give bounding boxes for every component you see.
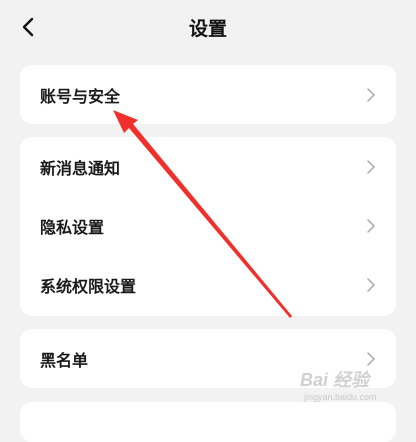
- chevron-right-icon: [367, 351, 375, 366]
- menu-item-label: 账号与安全: [40, 86, 121, 106]
- menu-item-system-permission-settings[interactable]: 系统权限设置: [20, 255, 396, 314]
- chevron-right-icon: [367, 159, 375, 174]
- settings-group-partial: [20, 402, 396, 442]
- settings-group-account: 账号与安全: [20, 65, 396, 124]
- menu-item-label: 新消息通知: [40, 158, 121, 178]
- settings-group-general: 新消息通知 隐私设置 系统权限设置: [20, 137, 396, 316]
- chevron-right-icon: [367, 218, 375, 233]
- menu-item-blacklist[interactable]: 黑名单: [20, 329, 396, 388]
- top-bar: 设置: [0, 0, 416, 56]
- menu-item-account-security[interactable]: 账号与安全: [20, 65, 396, 124]
- chevron-right-icon: [367, 87, 375, 102]
- chevron-right-icon: [367, 277, 375, 292]
- menu-item-privacy-settings[interactable]: 隐私设置: [20, 196, 396, 255]
- menu-item-label: 黑名单: [40, 350, 89, 370]
- watermark-sub-text: jingyan.baidu.com: [304, 392, 377, 402]
- settings-group-blacklist: 黑名单: [20, 329, 396, 388]
- menu-item-label: 隐私设置: [40, 217, 105, 237]
- page-title: 设置: [188, 18, 227, 40]
- menu-item-new-message-notification[interactable]: 新消息通知: [20, 137, 396, 196]
- menu-item-label: 系统权限设置: [40, 276, 137, 296]
